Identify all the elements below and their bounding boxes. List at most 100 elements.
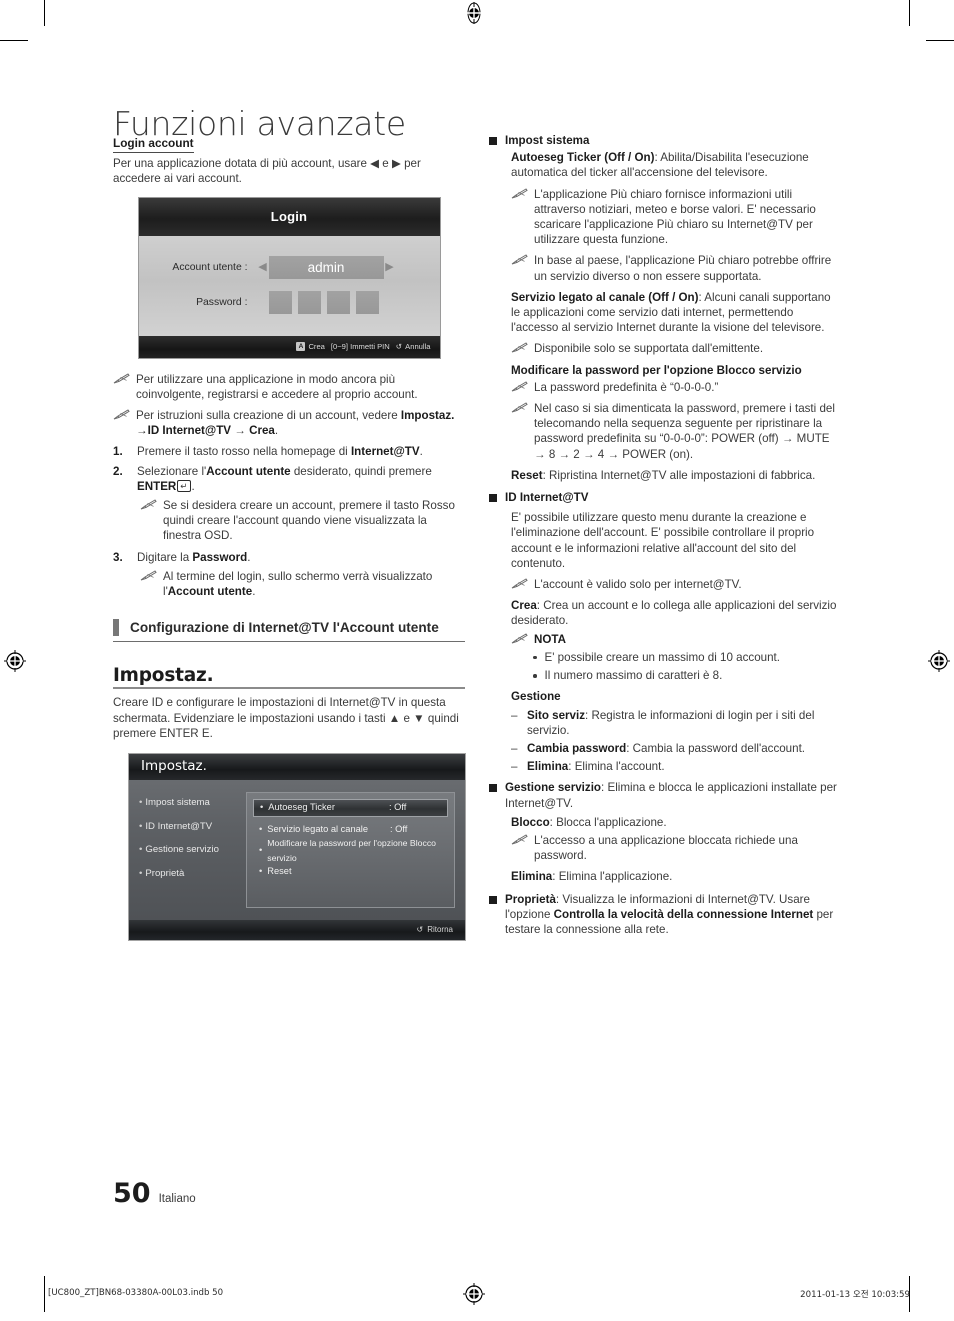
- return-icon: ↺: [395, 342, 403, 351]
- red-key-icon: A: [296, 342, 306, 352]
- dash-icon: –: [511, 741, 518, 755]
- hint-pin[interactable]: [0~9] Immetti PIN: [331, 339, 390, 354]
- nota-bullet: E' possibile creare un massimo di 10 acc…: [533, 650, 841, 665]
- pencil-icon: [511, 632, 528, 644]
- footer-timestamp: 2011-01-13 오전 10:03:59: [800, 1290, 910, 1300]
- osd-option-label: Reset: [267, 866, 292, 877]
- step-text-part: .: [247, 550, 251, 564]
- note-text: L'account è valido solo per internet@TV.: [534, 578, 742, 592]
- nota-header: NOTA: [511, 632, 841, 647]
- note-text: Per utilizzare una applicazione in modo …: [136, 372, 418, 401]
- osd-option-reset[interactable]: • Reset: [253, 864, 448, 880]
- osd-password-label: Password :: [196, 296, 248, 308]
- osd-sidebar-label: ID Internet@TV: [145, 820, 213, 832]
- bullet-icon: •: [260, 802, 264, 813]
- step-text-part: Premere il tasto rosso nella homepage di: [137, 445, 351, 459]
- osd-sidebar-item-id-internettv[interactable]: • ID Internet@TV: [139, 819, 242, 834]
- pencil-icon: [140, 498, 157, 510]
- osd-return-label[interactable]: Ritorna: [427, 922, 453, 937]
- step-item: 1. Premere il tasto rosso nella homepage…: [113, 444, 465, 459]
- bullet-icon: •: [259, 845, 263, 856]
- note-text-part: .: [252, 585, 256, 599]
- reset-rest: : Ripristina Internet@TV alle impostazio…: [542, 468, 816, 482]
- osd-option-value: : Off: [389, 802, 407, 813]
- osd-sidebar-item-impost-sistema[interactable]: • Impost sistema: [139, 795, 242, 810]
- osd-option-autoeseg-ticker[interactable]: • Autoeseg Ticker : Off: [253, 799, 448, 818]
- osd-password-field[interactable]: [268, 290, 379, 314]
- hint-pin-label: [0~9] Immetti PIN: [330, 342, 390, 351]
- manual-page: Funzioni avanzate Login account Per una …: [0, 0, 954, 1321]
- proprieta-part-2-bold: Controlla la velocità della connessione …: [553, 907, 814, 921]
- id-internettv-body: E' possibile utilizzare questo menu dura…: [511, 510, 841, 774]
- step-item: 3. Digitare la Password.: [113, 550, 465, 565]
- osd-sidebar-label: Gestione servizio: [145, 844, 219, 856]
- impostaz-intro: Creare ID e configurare le impostazioni …: [113, 696, 459, 740]
- step-text: Selezionare l'Account utente desiderato,…: [137, 464, 465, 494]
- note-text: L'applicazione Più chiaro fornisce infor…: [534, 187, 816, 247]
- osd-menu-title: Impostaz.: [129, 754, 465, 781]
- osd-login-hintbar: A Crea [0~9] Immetti PIN ↺ Annulla: [138, 335, 440, 358]
- osd-sidebar-label: Proprietà: [145, 868, 185, 880]
- note-item: Disponibile solo se supportata dall'emit…: [511, 341, 841, 356]
- nota-bullet-text: E' possibile creare un massimo di 10 acc…: [544, 650, 781, 664]
- id-internettv-paragraph: E' possibile utilizzare questo menu dura…: [511, 511, 815, 570]
- note-arrow-2: →: [231, 424, 250, 438]
- gestione-label-text: Gestione: [511, 690, 561, 704]
- step-text-part: .: [191, 479, 195, 493]
- gestione-servizio-body: Blocco: Blocca l'applicazione. L'accesso…: [511, 815, 841, 885]
- left-column: Login account Per una applicazione dotat…: [113, 136, 466, 942]
- bullet-icon: •: [139, 868, 143, 880]
- osd-account-value[interactable]: admin: [268, 255, 384, 279]
- step-number: 2.: [113, 464, 123, 478]
- note-item: La password predefinita è “0-0-0-0.”: [511, 380, 841, 395]
- block-heading-text: ID Internet@TV: [505, 491, 589, 505]
- bullet-icon: •: [139, 820, 143, 832]
- section-bar: Configurazione di Internet@TV l'Account …: [113, 619, 465, 643]
- page-number: 50: [113, 1178, 151, 1209]
- osd-option-modificare-password[interactable]: • Modificare la password per l'opzione B…: [253, 838, 448, 863]
- gestione-label: Gestione: [511, 689, 841, 704]
- pencil-icon: [511, 577, 528, 589]
- pencil-icon: [113, 408, 130, 420]
- hint-crea[interactable]: A Crea: [296, 339, 325, 354]
- round-bullet-icon: [533, 655, 537, 660]
- square-bullet-icon: [489, 784, 497, 793]
- osd-sidebar-label: Impost sistema: [145, 797, 210, 809]
- square-bullet-icon: [489, 137, 497, 145]
- left-arrow-icon[interactable]: ◀: [257, 260, 269, 275]
- hint-annulla[interactable]: ↺ Annulla: [396, 339, 431, 354]
- osd-sidebar-item-proprieta[interactable]: • Proprietà: [139, 866, 242, 881]
- step-item: 2. Selezionare l'Account utente desidera…: [113, 464, 465, 494]
- autoeseg-ticker-paragraph: Autoeseg Ticker (Off / On): Abilita/Disa…: [511, 150, 841, 180]
- password-char-box: [326, 290, 350, 314]
- right-arrow-icon[interactable]: ▶: [384, 260, 396, 275]
- proprieta-bold: Proprietà: [505, 892, 556, 906]
- note-bold-idinternettv: ID Internet@TV: [147, 424, 232, 438]
- osd-sidebar-item-gestione-servizio[interactable]: • Gestione servizio: [139, 842, 242, 857]
- crea-paragraph: Crea: Crea un account e lo collega alle …: [511, 598, 841, 628]
- gestione-item-bold: Sito serviz: [527, 708, 585, 722]
- note-text: Per istruzioni sulla creazione di un acc…: [136, 408, 465, 438]
- square-bullet-icon: [489, 895, 497, 904]
- right-block-heading-impost-sistema: Impost sistema: [489, 133, 841, 148]
- nota-bullet: Il numero massimo di caratteri è 8.: [533, 668, 841, 683]
- osd-menu-sidebar: • Impost sistema • ID Internet@TV • Gestion…: [139, 792, 242, 908]
- gestione-item-rest: : Elimina l'account.: [568, 760, 665, 774]
- gestione-item-rest: : Cambia la password dell'account.: [626, 741, 806, 755]
- dash-icon: –: [511, 760, 518, 774]
- bullet-icon: •: [139, 844, 143, 856]
- step-text-part: Selezionare l': [137, 464, 207, 478]
- step-text-part: .: [419, 445, 423, 459]
- modificare-password-subheading: Modificare la password per l'opzione Blo…: [511, 363, 841, 378]
- pencil-icon: [113, 372, 130, 384]
- osd-option-label: Modificare la password per l'opzione Blo…: [267, 837, 437, 864]
- step-text: Premere il tasto rosso nella homepage di…: [137, 444, 465, 459]
- note-item: L'account è valido solo per internet@TV.: [511, 577, 841, 592]
- osd-login-body: Account utente : ◀ admin ▶ Password :: [138, 235, 440, 336]
- step-number: 1.: [113, 445, 123, 459]
- osd-menu-footer: ↺ Ritorna: [129, 920, 465, 941]
- gestione-item-bold: Elimina: [527, 760, 569, 774]
- password-char-box: [297, 290, 321, 314]
- note-text: Nel caso si sia dimenticata la password,…: [534, 402, 835, 461]
- note-text-bold: Account utente: [167, 585, 253, 599]
